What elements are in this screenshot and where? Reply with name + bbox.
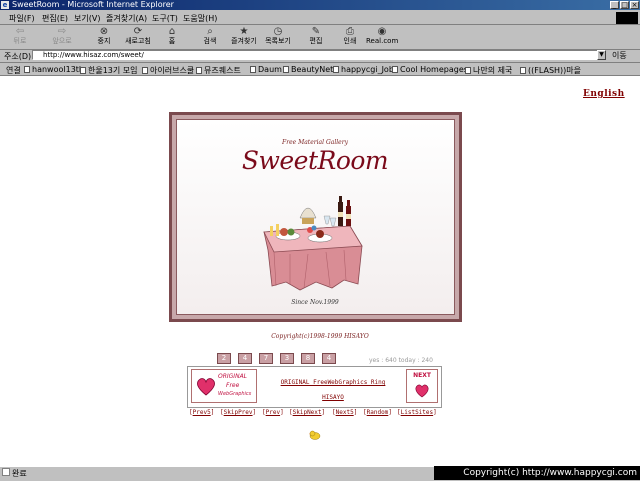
link-item[interactable]: Cool Homepages xyxy=(392,65,468,74)
menu-help[interactable]: 도움말(H) xyxy=(183,13,217,24)
page-icon xyxy=(520,67,526,74)
counter-digit: 4 xyxy=(238,353,252,364)
counter-digit: 8 xyxy=(301,353,315,364)
counter-digit: 4 xyxy=(322,353,336,364)
chick-icon xyxy=(309,430,321,440)
menu-edit[interactable]: 편집(E) xyxy=(42,13,68,24)
windows-logo-icon xyxy=(616,12,638,24)
ring-nav-random[interactable]: [Random] xyxy=(363,409,392,416)
search-icon: ⌕ xyxy=(207,26,213,37)
webring-next-button[interactable]: NEXT xyxy=(406,369,438,403)
toolbar: ⇦ 뒤로 ⇨ 앞으로 ⊗ 중지 ⟳ 새로고침 ⌂ 홈 ⌕ 검색 ★ 즐겨찾기 ◷ 목록보기 ✎ 편… xyxy=(0,25,640,50)
link-item[interactable]: BeautyNet xyxy=(283,65,333,74)
home-button[interactable]: ⌂ 홈 xyxy=(156,26,188,48)
page-icon xyxy=(333,66,339,73)
home-icon: ⌂ xyxy=(168,26,176,37)
menu-file[interactable]: 파일(F) xyxy=(9,13,35,24)
watermark-text: Copyright(c) http://www.happycgi.com xyxy=(434,466,640,480)
page-icon xyxy=(80,67,86,74)
ring-nav-skipnext[interactable]: [SkipNext] xyxy=(289,409,325,416)
ring-nav-prev5[interactable]: [Prev5] xyxy=(189,409,214,416)
counter-digit: 2 xyxy=(217,353,231,364)
link-item[interactable]: 한울13기 모임 xyxy=(80,65,138,76)
menu-bar: 파일(F) 편집(E) 보기(V) 즐겨찾기(A) 도구(T) 도움말(H) xyxy=(0,11,640,25)
address-dropdown-icon[interactable]: ▼ xyxy=(597,50,606,60)
menu-tools[interactable]: 도구(T) xyxy=(152,13,178,24)
back-button[interactable]: ⇦ 뒤로 xyxy=(4,26,36,48)
realcom-button[interactable]: ◉ Real.com xyxy=(366,26,398,48)
links-label: 연결 xyxy=(6,66,21,75)
link-item[interactable]: 뮤즈퀘스트 xyxy=(196,65,241,76)
print-icon: ⎙ xyxy=(346,26,354,37)
edit-icon: ✎ xyxy=(311,26,321,37)
page-icon xyxy=(196,67,202,74)
back-arrow-icon: ⇦ xyxy=(15,26,25,37)
maximize-button[interactable]: □ xyxy=(620,1,629,9)
history-button[interactable]: ◷ 목록보기 xyxy=(262,26,294,48)
link-item[interactable]: 나만의 제국 xyxy=(465,65,512,76)
page-status-icon xyxy=(2,468,10,476)
link-item[interactable]: hanwool13th xyxy=(24,65,84,74)
english-link[interactable]: English xyxy=(583,89,625,99)
history-icon: ◷ xyxy=(273,26,283,37)
link-item[interactable]: happycgi_Job xyxy=(333,65,394,74)
print-button[interactable]: ⎙ 인쇄 xyxy=(334,26,366,48)
webring-logo[interactable]: ORIGINAL Free WebGraphics xyxy=(191,369,257,403)
tagline: Free Material Gallery xyxy=(282,139,348,146)
ring-nav-skipprev[interactable]: [SkipPrev] xyxy=(220,409,256,416)
link-item[interactable]: 아이러브스쿨 xyxy=(142,65,194,76)
copyright-text: Copyright(c)1998-1999 HISAYO xyxy=(271,333,369,340)
close-button[interactable]: × xyxy=(630,1,639,9)
page-icon xyxy=(465,67,471,74)
search-button[interactable]: ⌕ 검색 xyxy=(194,26,226,48)
heart-icon xyxy=(197,378,215,396)
ring-nav-listsites[interactable]: [ListSites] xyxy=(397,409,437,416)
webring-owner-link[interactable]: HISAYO xyxy=(263,394,403,401)
refresh-button[interactable]: ⟳ 새로고침 xyxy=(122,26,154,48)
menu-favorites[interactable]: 즐겨찾기(A) xyxy=(106,13,147,24)
page-icon xyxy=(24,66,30,73)
refresh-icon: ⟳ xyxy=(133,26,143,37)
forward-arrow-icon: ⇨ xyxy=(57,26,67,37)
counter-digit: 3 xyxy=(280,353,294,364)
webring-title-link[interactable]: ORIGINAL FreeWebGraphics Ring xyxy=(263,379,403,386)
page-icon xyxy=(250,66,256,73)
visitor-counter-text: yes : 640 today : 240 xyxy=(369,357,433,364)
counter-digit: 7 xyxy=(259,353,273,364)
ring-nav-prev[interactable]: [Prev] xyxy=(262,409,284,416)
link-item[interactable]: Daum xyxy=(250,65,282,74)
address-label: 주소(D) xyxy=(4,52,32,61)
menu-view[interactable]: 보기(V) xyxy=(74,13,100,24)
since-date: Since Nov.1999 xyxy=(291,299,339,306)
go-button[interactable]: 이동 xyxy=(612,50,627,61)
stop-button[interactable]: ⊗ 중지 xyxy=(88,26,120,48)
page-icon xyxy=(392,66,398,73)
page-icon xyxy=(283,66,289,73)
ie-icon: e xyxy=(1,1,9,9)
minimize-button[interactable]: _ xyxy=(610,1,619,9)
page-icon xyxy=(142,67,148,74)
status-text: 완료 xyxy=(12,469,27,478)
window-title: SweetRoom - Microsoft Internet Explorer xyxy=(12,0,174,9)
stop-icon: ⊗ xyxy=(99,26,109,37)
favorites-button[interactable]: ★ 즐겨찾기 xyxy=(228,26,260,48)
favorites-icon: ★ xyxy=(239,26,249,37)
title-bar: e SweetRoom - Microsoft Internet Explore… xyxy=(0,0,640,10)
dining-table-illustration xyxy=(263,196,363,291)
realcom-icon: ◉ xyxy=(377,26,387,37)
ring-nav-next5[interactable]: [Next5] xyxy=(332,409,357,416)
heart-icon xyxy=(415,384,429,398)
link-item[interactable]: ((FLASH))마을 xyxy=(520,65,581,76)
edit-button[interactable]: ✎ 편집 xyxy=(300,26,332,48)
forward-button[interactable]: ⇨ 앞으로 xyxy=(46,26,78,48)
address-input[interactable]: http://www.hisaz.com/sweet/ xyxy=(32,50,606,60)
site-title: SweetRoom xyxy=(241,146,389,175)
